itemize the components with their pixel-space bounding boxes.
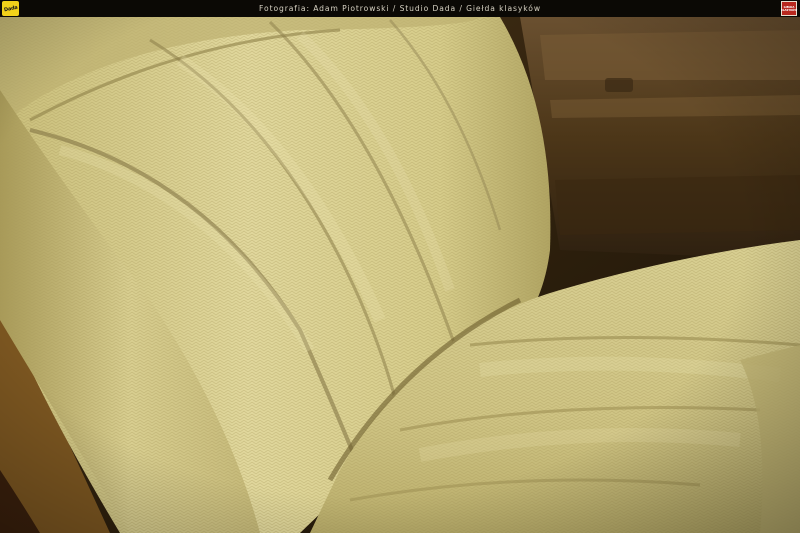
photo-credit-caption: Fotografia: Adam Piotrowski / Studio Dad… (259, 4, 541, 13)
car-seat-photo (0, 0, 800, 533)
caption-bar: Dada Fotografia: Adam Piotrowski / Studi… (0, 0, 800, 17)
gielda-klasykow-logo: GIEŁDA KLASYKÓW (781, 1, 797, 16)
gielda-logo-text-2: KLASYKÓW (780, 8, 798, 12)
dada-logo-text: Dada (3, 4, 18, 13)
dada-logo: Dada (2, 1, 19, 16)
